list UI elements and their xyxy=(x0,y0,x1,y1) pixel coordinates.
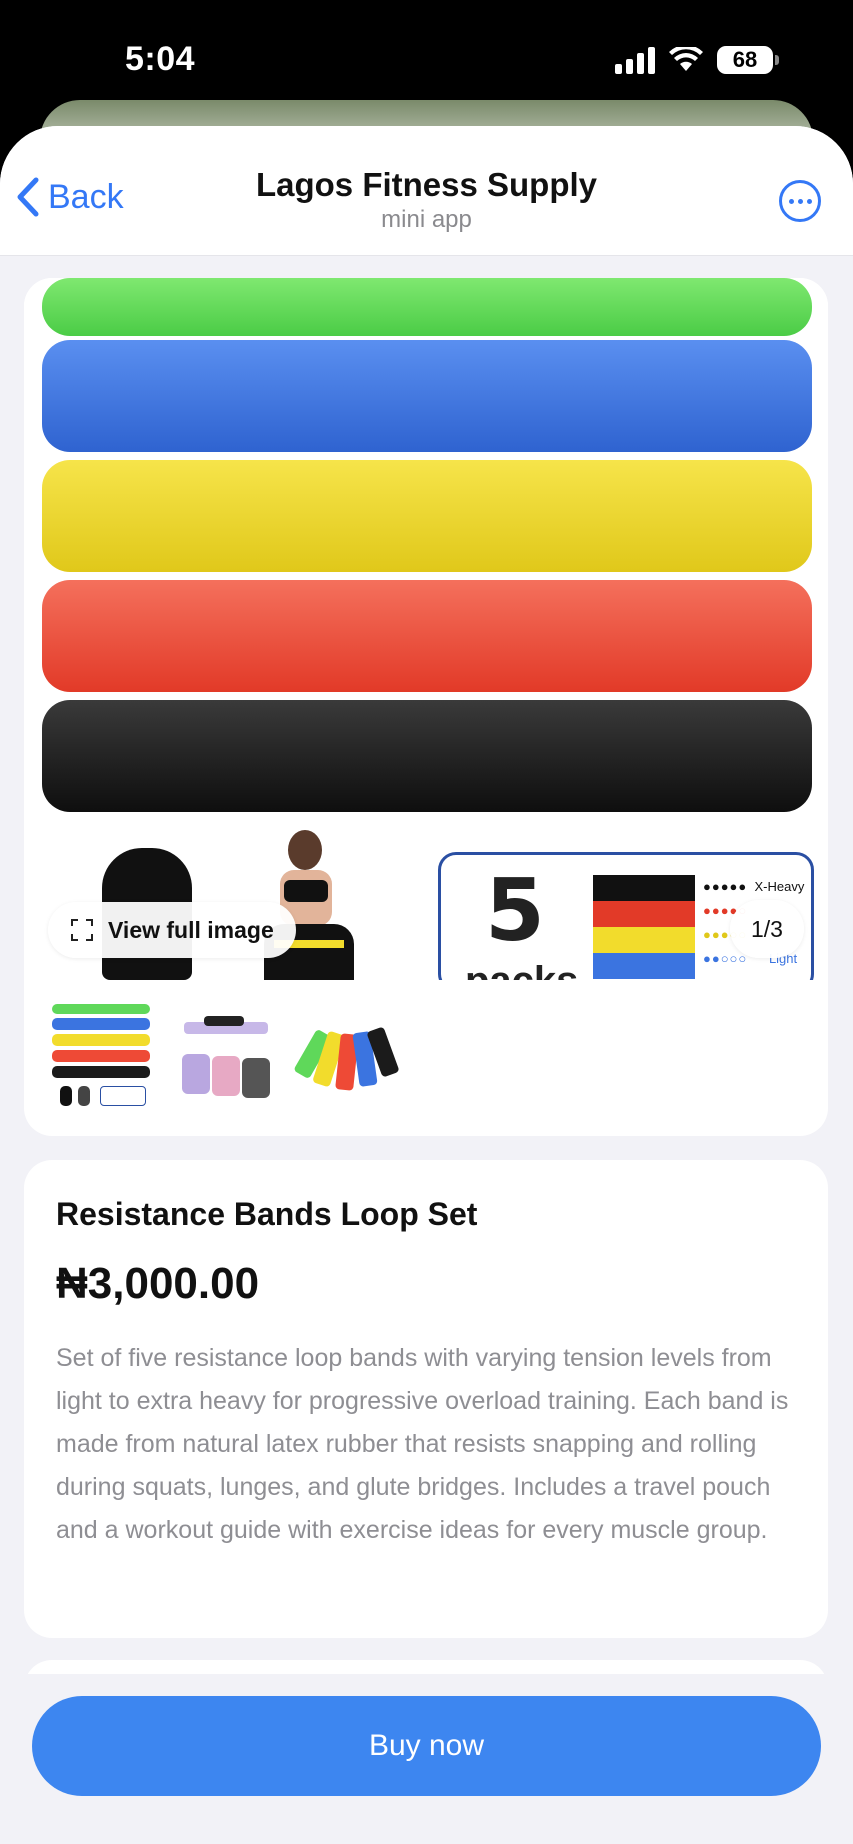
more-dot xyxy=(788,198,794,204)
thumbnail-1[interactable] xyxy=(46,1000,156,1112)
more-dot xyxy=(806,198,812,204)
pack-number: 5 xyxy=(485,861,545,961)
view-full-image-label: View full image xyxy=(108,916,274,943)
thumbnail-strip xyxy=(46,1000,404,1112)
wifi-icon xyxy=(669,47,703,71)
product-name: Resistance Bands Loop Set xyxy=(56,1196,478,1232)
thumbnail-3[interactable] xyxy=(294,1000,404,1112)
product-gallery: 5 packs ●●●●● X-Heavy ●●●●○ ●●●○○ ●●○○○ … xyxy=(24,278,828,1136)
yellow-band xyxy=(42,460,812,572)
more-options-button[interactable] xyxy=(779,180,821,222)
battery-icon: 68 xyxy=(717,46,779,74)
view-full-image-button[interactable]: View full image xyxy=(48,902,296,958)
thumbnail-2[interactable] xyxy=(170,1000,280,1112)
bottom-action-bar: Buy now xyxy=(0,1674,853,1844)
level-x-heavy: ●●●●● X-Heavy xyxy=(703,879,805,894)
color-flag xyxy=(593,875,695,979)
app-subtitle: mini app xyxy=(381,206,472,233)
pack-text: packs xyxy=(465,959,578,980)
image-counter: 1/3 xyxy=(730,900,804,958)
blue-band xyxy=(42,340,812,452)
red-band xyxy=(42,580,812,692)
status-time: 5:04 xyxy=(125,40,196,78)
black-band xyxy=(42,700,812,812)
product-main-image[interactable]: 5 packs ●●●●● X-Heavy ●●●●○ ●●●○○ ●●○○○ … xyxy=(24,278,828,980)
product-info-card: Resistance Bands Loop Set ₦3,000.00 Set … xyxy=(24,1160,828,1638)
app-title: Lagos Fitness Supply xyxy=(255,166,598,203)
product-description: Set of five resistance loop bands with v… xyxy=(56,1344,789,1544)
cellular-signal-icon xyxy=(615,46,655,74)
green-band xyxy=(42,278,812,336)
more-dot xyxy=(797,198,803,204)
mini-app-sheet: Back Lagos Fitness Supply mini app 5 ●●●… xyxy=(0,126,853,1844)
buy-now-button[interactable]: Buy now xyxy=(32,1696,821,1796)
status-bar: 5:04 68 xyxy=(0,0,853,110)
nav-bar: Back Lagos Fitness Supply mini app xyxy=(0,126,853,256)
expand-icon xyxy=(71,919,93,941)
status-icons: 68 xyxy=(615,46,779,74)
product-price: ₦3,000.00 xyxy=(56,1259,260,1308)
